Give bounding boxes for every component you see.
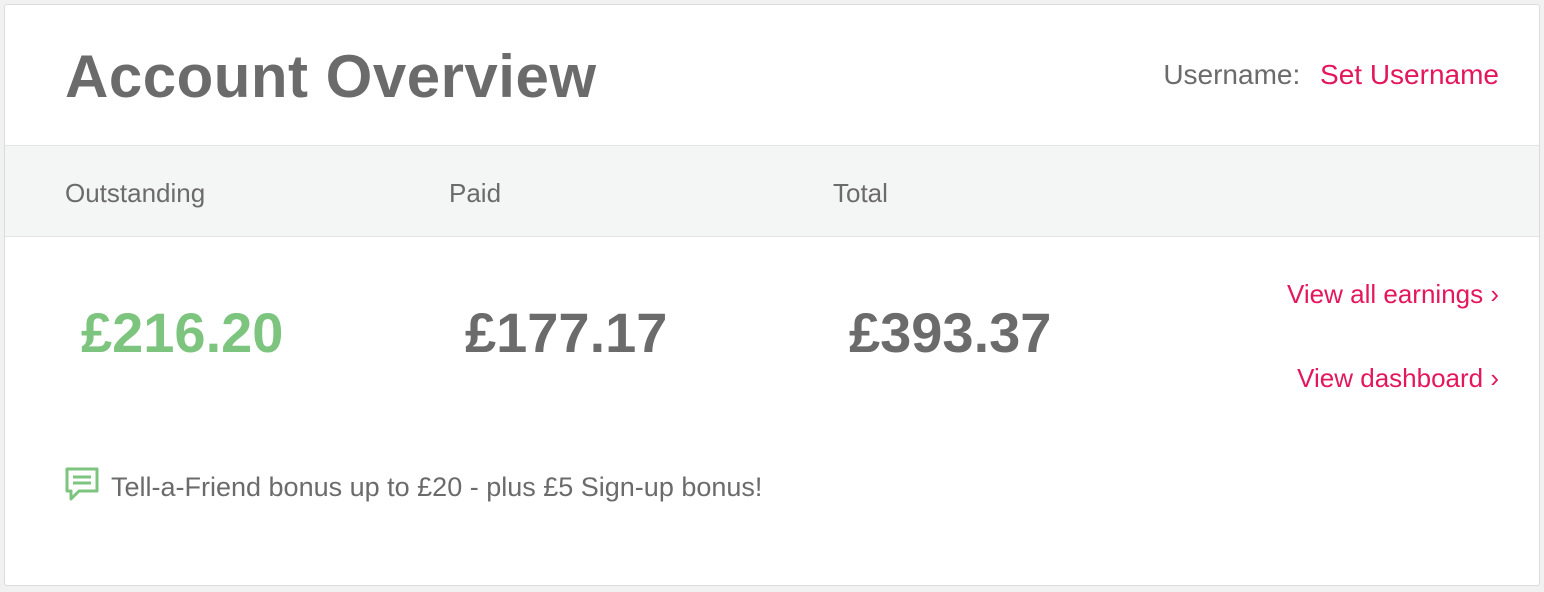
outstanding-amount: £216.20 [81,301,284,364]
view-all-earnings-link[interactable]: View all earnings › [1287,277,1499,311]
outstanding-column-header: Outstanding [65,178,206,208]
tell-a-friend-promo[interactable]: Tell-a-Friend bonus up to £20 - plus £5 … [65,467,762,507]
paid-amount: £177.17 [465,301,668,364]
page-title: Account Overview [65,43,597,110]
username-label: Username: [1163,59,1301,90]
set-username-link[interactable]: Set Username [1320,59,1499,90]
view-dashboard-link[interactable]: View dashboard › [1297,361,1499,395]
total-amount: £393.37 [849,301,1052,364]
account-overview-card: Account Overview Username: Set Username … [4,4,1540,586]
promo-text: Tell-a-Friend bonus up to £20 - plus £5 … [111,472,763,502]
total-column-header: Total [833,178,888,208]
speech-bubble-icon [65,467,99,503]
column-header-bar: Outstanding Paid Total [5,145,1539,237]
paid-column-header: Paid [449,178,502,208]
card-header: Account Overview Username: Set Username [5,5,1539,145]
username-section: Username: Set Username [1163,57,1499,93]
